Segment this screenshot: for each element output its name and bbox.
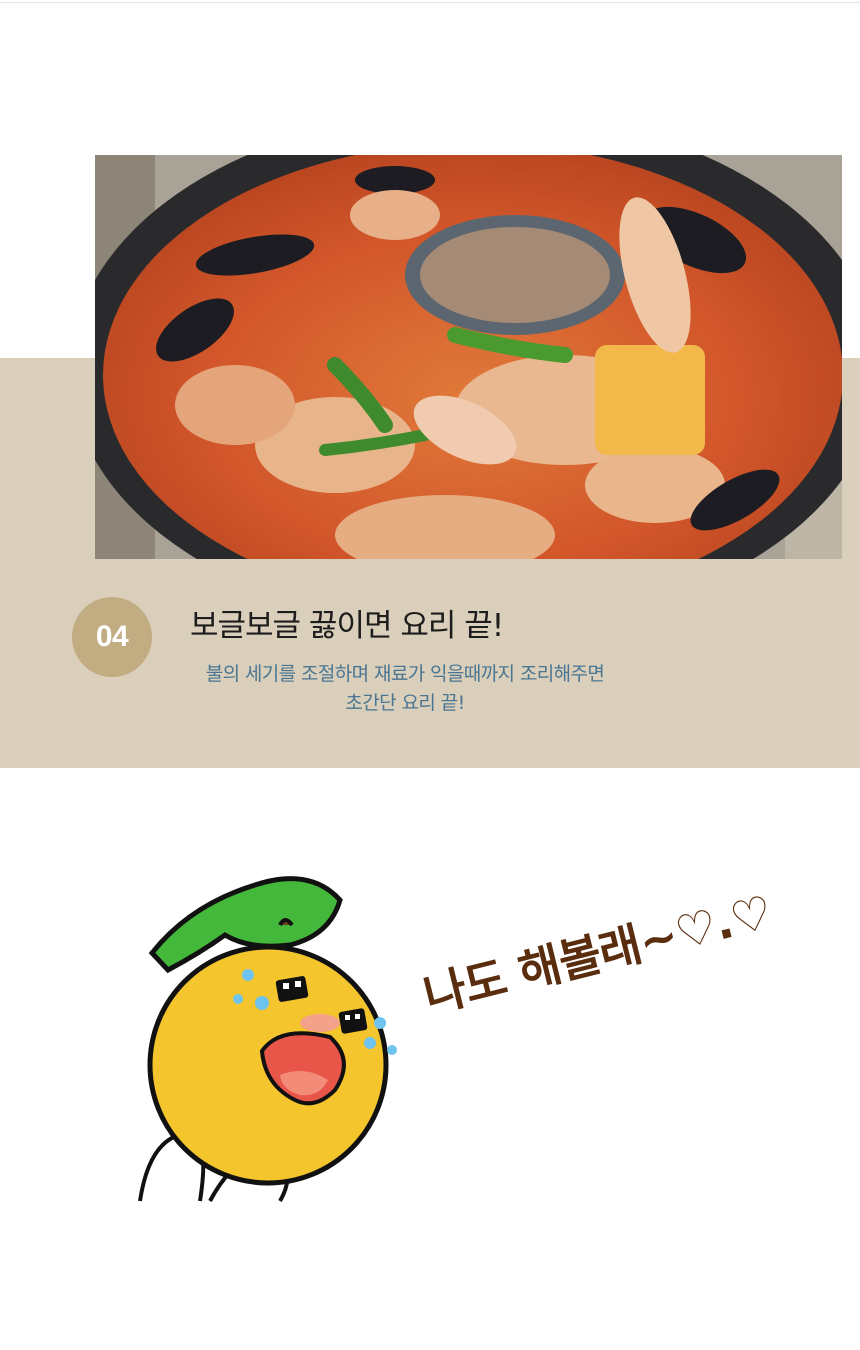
stew-photo	[95, 155, 842, 559]
step-number-badge: 04	[72, 597, 152, 677]
step-number: 04	[95, 620, 129, 653]
step-description: 불의 세기를 조절하며 재료가 익을때까지 조리해주면 초간단 요리 끝!	[160, 660, 650, 718]
step-title: 보글보글 끓이면 요리 끝!	[190, 608, 504, 644]
mascot-speech: 나도 해볼래~♡.♡	[418, 884, 777, 1024]
orange-mascot	[130, 875, 420, 1205]
step-description-line: 불의 세기를 조절하며 재료가 익을때까지 조리해주면	[205, 663, 605, 685]
step-description-line: 초간단 요리 끝!	[345, 692, 465, 714]
top-divider	[0, 2, 860, 3]
